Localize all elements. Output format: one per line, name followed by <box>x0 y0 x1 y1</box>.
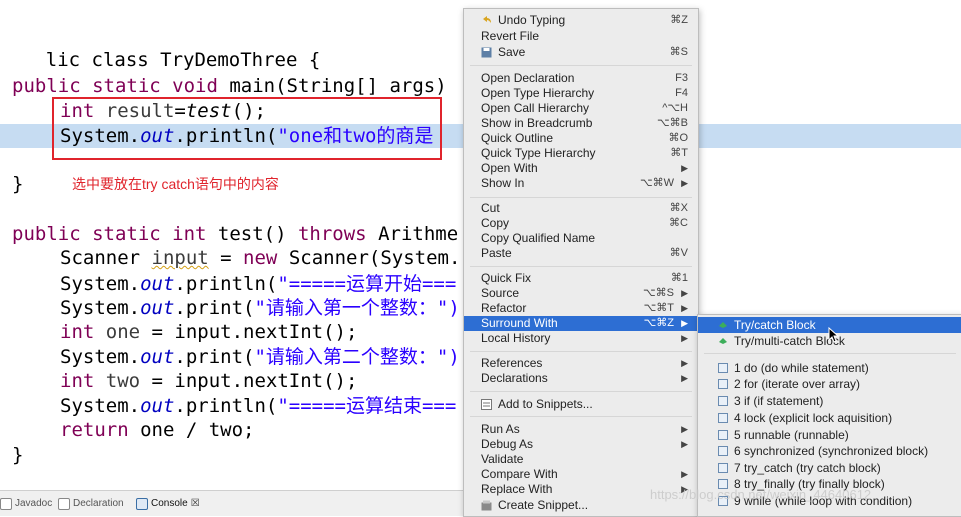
submenu-item-runnable[interactable]: 5 runnable (runnable) <box>698 427 961 443</box>
menu-item-refactor[interactable]: Refactor ⌥⌘T ▶ <box>464 301 698 316</box>
menu-item-save[interactable]: Save ⌘S <box>464 45 698 60</box>
closing-brace-test[interactable]: } <box>12 443 23 467</box>
menu-item-open-declaration[interactable]: Open Declaration F3 <box>464 71 698 86</box>
code-line-scanner[interactable]: Scanner input = new Scanner(System. <box>60 246 460 270</box>
menu-item-quick-type-hierarchy[interactable]: Quick Type Hierarchy ⌘T <box>464 146 698 161</box>
snippet-icon <box>481 500 492 511</box>
menu-item-undo-typing[interactable]: Undo Typing ⌘Z <box>464 13 698 28</box>
console-icon <box>136 498 148 510</box>
chevron-right-icon: ▶ <box>681 469 688 479</box>
template-icon <box>718 379 728 389</box>
tab-javadoc[interactable]: Javadoc <box>0 495 52 513</box>
menu-item-show-in[interactable]: Show In ⌥⌘W ▶ <box>464 176 698 191</box>
menu-separator <box>470 416 692 417</box>
code-line-print-start[interactable]: System.out.println("=====运算开始=== <box>60 272 456 296</box>
template-icon <box>718 463 728 473</box>
selection-annotation-box <box>52 97 442 160</box>
tab-declaration[interactable]: Declaration <box>58 495 124 513</box>
chevron-right-icon: ▶ <box>681 424 688 434</box>
chevron-right-icon: ▶ <box>681 303 688 313</box>
menu-item-copy-qualified-name[interactable]: Copy Qualified Name <box>464 231 698 246</box>
template-icon <box>718 413 728 423</box>
chevron-right-icon: ▶ <box>681 163 688 173</box>
menu-item-open-call-hierarchy[interactable]: Open Call Hierarchy ^⌥H <box>464 101 698 116</box>
class-declaration[interactable]: lic class TryDemoThree { <box>0 24 321 71</box>
menu-item-compare-with[interactable]: Compare With ▶ <box>464 467 698 482</box>
menu-item-open-with[interactable]: Open With ▶ <box>464 161 698 176</box>
menu-item-quick-fix[interactable]: Quick Fix ⌘1 <box>464 271 698 286</box>
menu-separator <box>704 353 956 354</box>
menu-separator <box>470 391 692 392</box>
chevron-right-icon: ▶ <box>681 358 688 368</box>
chevron-right-icon: ▶ <box>681 288 688 298</box>
submenu-item-lock[interactable]: 4 lock (explicit lock aquisition) <box>698 410 961 426</box>
save-icon <box>481 47 492 58</box>
chevron-right-icon: ▶ <box>681 318 688 328</box>
submenu-item-try-catch[interactable]: 7 try_catch (try catch block) <box>698 460 961 476</box>
menu-item-local-history[interactable]: Local History ▶ <box>464 331 698 346</box>
javadoc-icon <box>0 498 12 510</box>
submenu-item-do[interactable]: 1 do (do while statement) <box>698 360 961 376</box>
chevron-right-icon: ▶ <box>681 373 688 383</box>
menu-item-show-in-breadcrumb[interactable]: Show in Breadcrumb ⌥⌘B <box>464 116 698 131</box>
chevron-right-icon: ▶ <box>681 439 688 449</box>
close-icon[interactable]: ☒ <box>191 495 200 513</box>
snippet-icon <box>481 399 492 410</box>
code-line-read-two[interactable]: int two = input.nextInt(); <box>60 369 357 393</box>
menu-item-copy[interactable]: Copy ⌘C <box>464 216 698 231</box>
menu-item-validate[interactable]: Validate <box>464 452 698 467</box>
try-catch-icon <box>719 322 727 328</box>
chevron-right-icon: ▶ <box>681 178 688 188</box>
menu-separator <box>470 351 692 352</box>
menu-item-revert-file[interactable]: Revert File <box>464 29 698 44</box>
code-line-print-end[interactable]: System.out.println("=====运算结束=== <box>60 394 456 418</box>
menu-item-quick-outline[interactable]: Quick Outline ⌘O <box>464 131 698 146</box>
menu-separator <box>470 197 692 198</box>
menu-item-debug-as[interactable]: Debug As ▶ <box>464 437 698 452</box>
submenu-item-for[interactable]: 2 for (iterate over array) <box>698 376 961 392</box>
submenu-item-if[interactable]: 3 if (if statement) <box>698 393 961 409</box>
menu-item-run-as[interactable]: Run As ▶ <box>464 422 698 437</box>
undo-icon <box>483 16 491 23</box>
try-multicatch-icon <box>719 338 727 344</box>
menu-item-references[interactable]: References ▶ <box>464 356 698 371</box>
template-icon <box>718 396 728 406</box>
menu-item-add-to-snippets[interactable]: Add to Snippets... <box>464 397 698 412</box>
menu-item-paste[interactable]: Paste ⌘V <box>464 246 698 261</box>
code-line-return[interactable]: return one / two; <box>60 418 254 442</box>
menu-separator <box>470 65 692 66</box>
template-icon <box>718 363 728 373</box>
menu-item-source[interactable]: Source ⌥⌘S ▶ <box>464 286 698 301</box>
mouse-cursor-icon <box>828 327 840 343</box>
tab-console[interactable]: Console ☒ <box>136 495 200 513</box>
code-line-print-second[interactable]: System.out.print("请输入第二个整数：") <box>60 345 460 369</box>
test-method-declaration[interactable]: public static int test() throws Arithme <box>12 222 458 246</box>
template-icon <box>718 430 728 440</box>
watermark: https://blog.csdn.net/weixin_44640612 <box>650 487 872 502</box>
menu-item-cut[interactable]: Cut ⌘X <box>464 201 698 216</box>
declaration-icon <box>58 498 70 510</box>
menu-item-declarations[interactable]: Declarations ▶ <box>464 371 698 386</box>
closing-brace-main[interactable]: } <box>12 172 23 196</box>
code-line-read-one[interactable]: int one = input.nextInt(); <box>60 320 357 344</box>
menu-item-open-type-hierarchy[interactable]: Open Type Hierarchy F4 <box>464 86 698 101</box>
main-method-declaration[interactable]: public static void main(String[] args) <box>12 74 447 98</box>
template-icon <box>718 446 728 456</box>
code-line-print-first[interactable]: System.out.print("请输入第一个整数：") <box>60 296 460 320</box>
menu-item-surround-with[interactable]: Surround With ⌥⌘Z ▶ <box>464 316 698 331</box>
annotation-note: 选中要放在try catch语句中的内容 <box>72 176 279 192</box>
submenu-item-synchronized[interactable]: 6 synchronized (synchronized block) <box>698 443 961 459</box>
context-menu: Undo Typing ⌘Z Revert File Save ⌘S Open De… <box>463 8 699 517</box>
chevron-right-icon: ▶ <box>681 333 688 343</box>
menu-separator <box>470 266 692 267</box>
